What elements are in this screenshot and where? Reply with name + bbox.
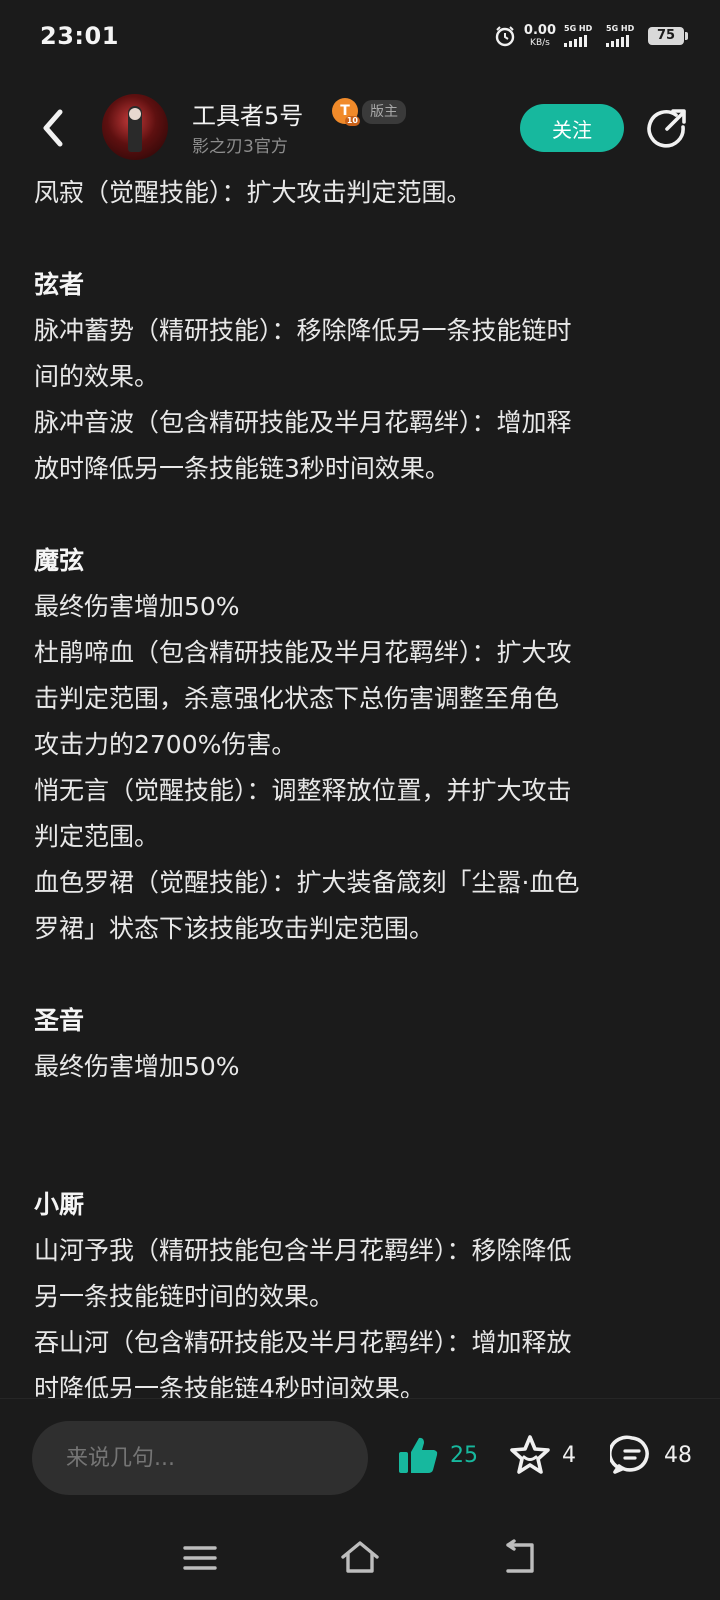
post-header: 工具者5号 T 10 版主 影之刃3官方 关注 [0,86,720,176]
post-text-line: 另一条技能链时间的效果。 [34,1282,335,1311]
post-text-line: 罗裙」状态下该技能攻击判定范围。 [34,914,435,943]
favorite-count: 4 [562,1442,576,1468]
comment-icon [610,1435,649,1474]
author-subtitle: 影之刃3官方 [192,137,288,157]
sim2-label: 5G HD [606,24,635,33]
home-icon[interactable] [338,1538,382,1578]
post-text-line: 攻击力的2700%伤害。 [34,730,297,759]
status-time: 23:01 [40,22,119,50]
post-text-line: 悄无言（觉醒技能）：调整释放位置，并扩大攻击 [34,776,572,805]
thumbs-up-icon [399,1437,438,1473]
post-text-line: 血色罗裙（觉醒技能）：扩大装备箴刻「尘嚣·血色 [34,868,580,897]
comment-count: 48 [664,1442,692,1468]
signal-sim1: 5G HD [564,25,598,47]
signal-sim2: 5G HD [606,25,640,47]
section-heading: 小厮 [34,1190,85,1219]
avatar[interactable] [102,94,168,160]
bottom-action-bar: 25 4 48 [0,1398,720,1519]
back-nav-icon[interactable] [498,1538,542,1578]
net-speed-unit: KB/s [530,38,550,48]
alarm-icon [495,26,515,47]
like-count: 25 [450,1442,478,1468]
battery-icon: 75 [648,27,688,45]
share-icon[interactable] [646,106,690,150]
comment-button[interactable]: 48 [610,1433,692,1477]
status-icons: 0.00 KB/s 5G HD 5G HD 75 [494,24,688,48]
post-text-line: 时降低另一条技能链4秒时间效果。 [34,1374,425,1398]
net-speed: 0.00 KB/s [524,24,556,48]
section-heading: 弦者 [34,270,85,299]
level-badge-number: 10 [344,116,360,126]
comment-input[interactable] [32,1421,368,1495]
post-text-line: 凤寂（觉醒技能）：扩大攻击判定范围。 [34,178,472,207]
net-speed-value: 0.00 [523,23,556,38]
post-text-line: 杜鹃啼血（包含精研技能及半月花羁绊）：扩大攻 [34,638,572,667]
signal-icon [606,35,629,47]
post-text-line: 脉冲音波（包含精研技能及半月花羁绊）：增加释 [34,408,572,437]
sim1-label: 5G HD [564,24,593,33]
star-icon [510,1435,550,1474]
author-name[interactable]: 工具者5号 [192,96,303,131]
section-heading: 魔弦 [34,546,85,575]
post-text-line: 吞山河（包含精研技能及半月花羁绊）：增加释放 [34,1328,572,1357]
post-text-line: 脉冲蓄势（精研技能）：移除降低另一条技能链时 [34,316,572,345]
status-bar: 23:01 0.00 KB/s 5G HD 5G HD 75 [0,0,720,76]
post-text-line: 最终伤害增加50% [34,592,240,621]
moderator-badge: 版主 [362,100,406,124]
menu-icon[interactable] [178,1538,222,1578]
avatar-face [129,108,141,120]
level-badge: T 10 [332,98,360,126]
system-nav-bar [0,1518,720,1600]
post-text-line: 判定范围。 [34,822,160,851]
post-text-line: 击判定范围，杀意强化状态下总伤害调整至角色 [34,684,560,713]
post-text-line: 间的效果。 [34,362,160,391]
back-icon[interactable] [34,104,74,152]
follow-button[interactable]: 关注 [520,104,624,152]
post-body: 凤寂（觉醒技能）：扩大攻击判定范围。 弦者脉冲蓄势（精研技能）：移除降低另一条技能… [34,170,694,1398]
like-button[interactable]: 25 [396,1433,478,1477]
post-text-line: 放时降低另一条技能链3秒时间效果。 [34,454,450,483]
app-screen: 23:01 0.00 KB/s 5G HD 5G HD 75 工具者5号 T 1… [0,0,720,1600]
favorite-button[interactable]: 4 [508,1433,576,1477]
section-heading: 圣音 [34,1006,85,1035]
post-text-line: 最终伤害增加50% [34,1052,240,1081]
post-text-line: 山河予我（精研技能包含半月花羁绊）：移除降低 [34,1236,572,1265]
signal-icon [564,35,587,47]
